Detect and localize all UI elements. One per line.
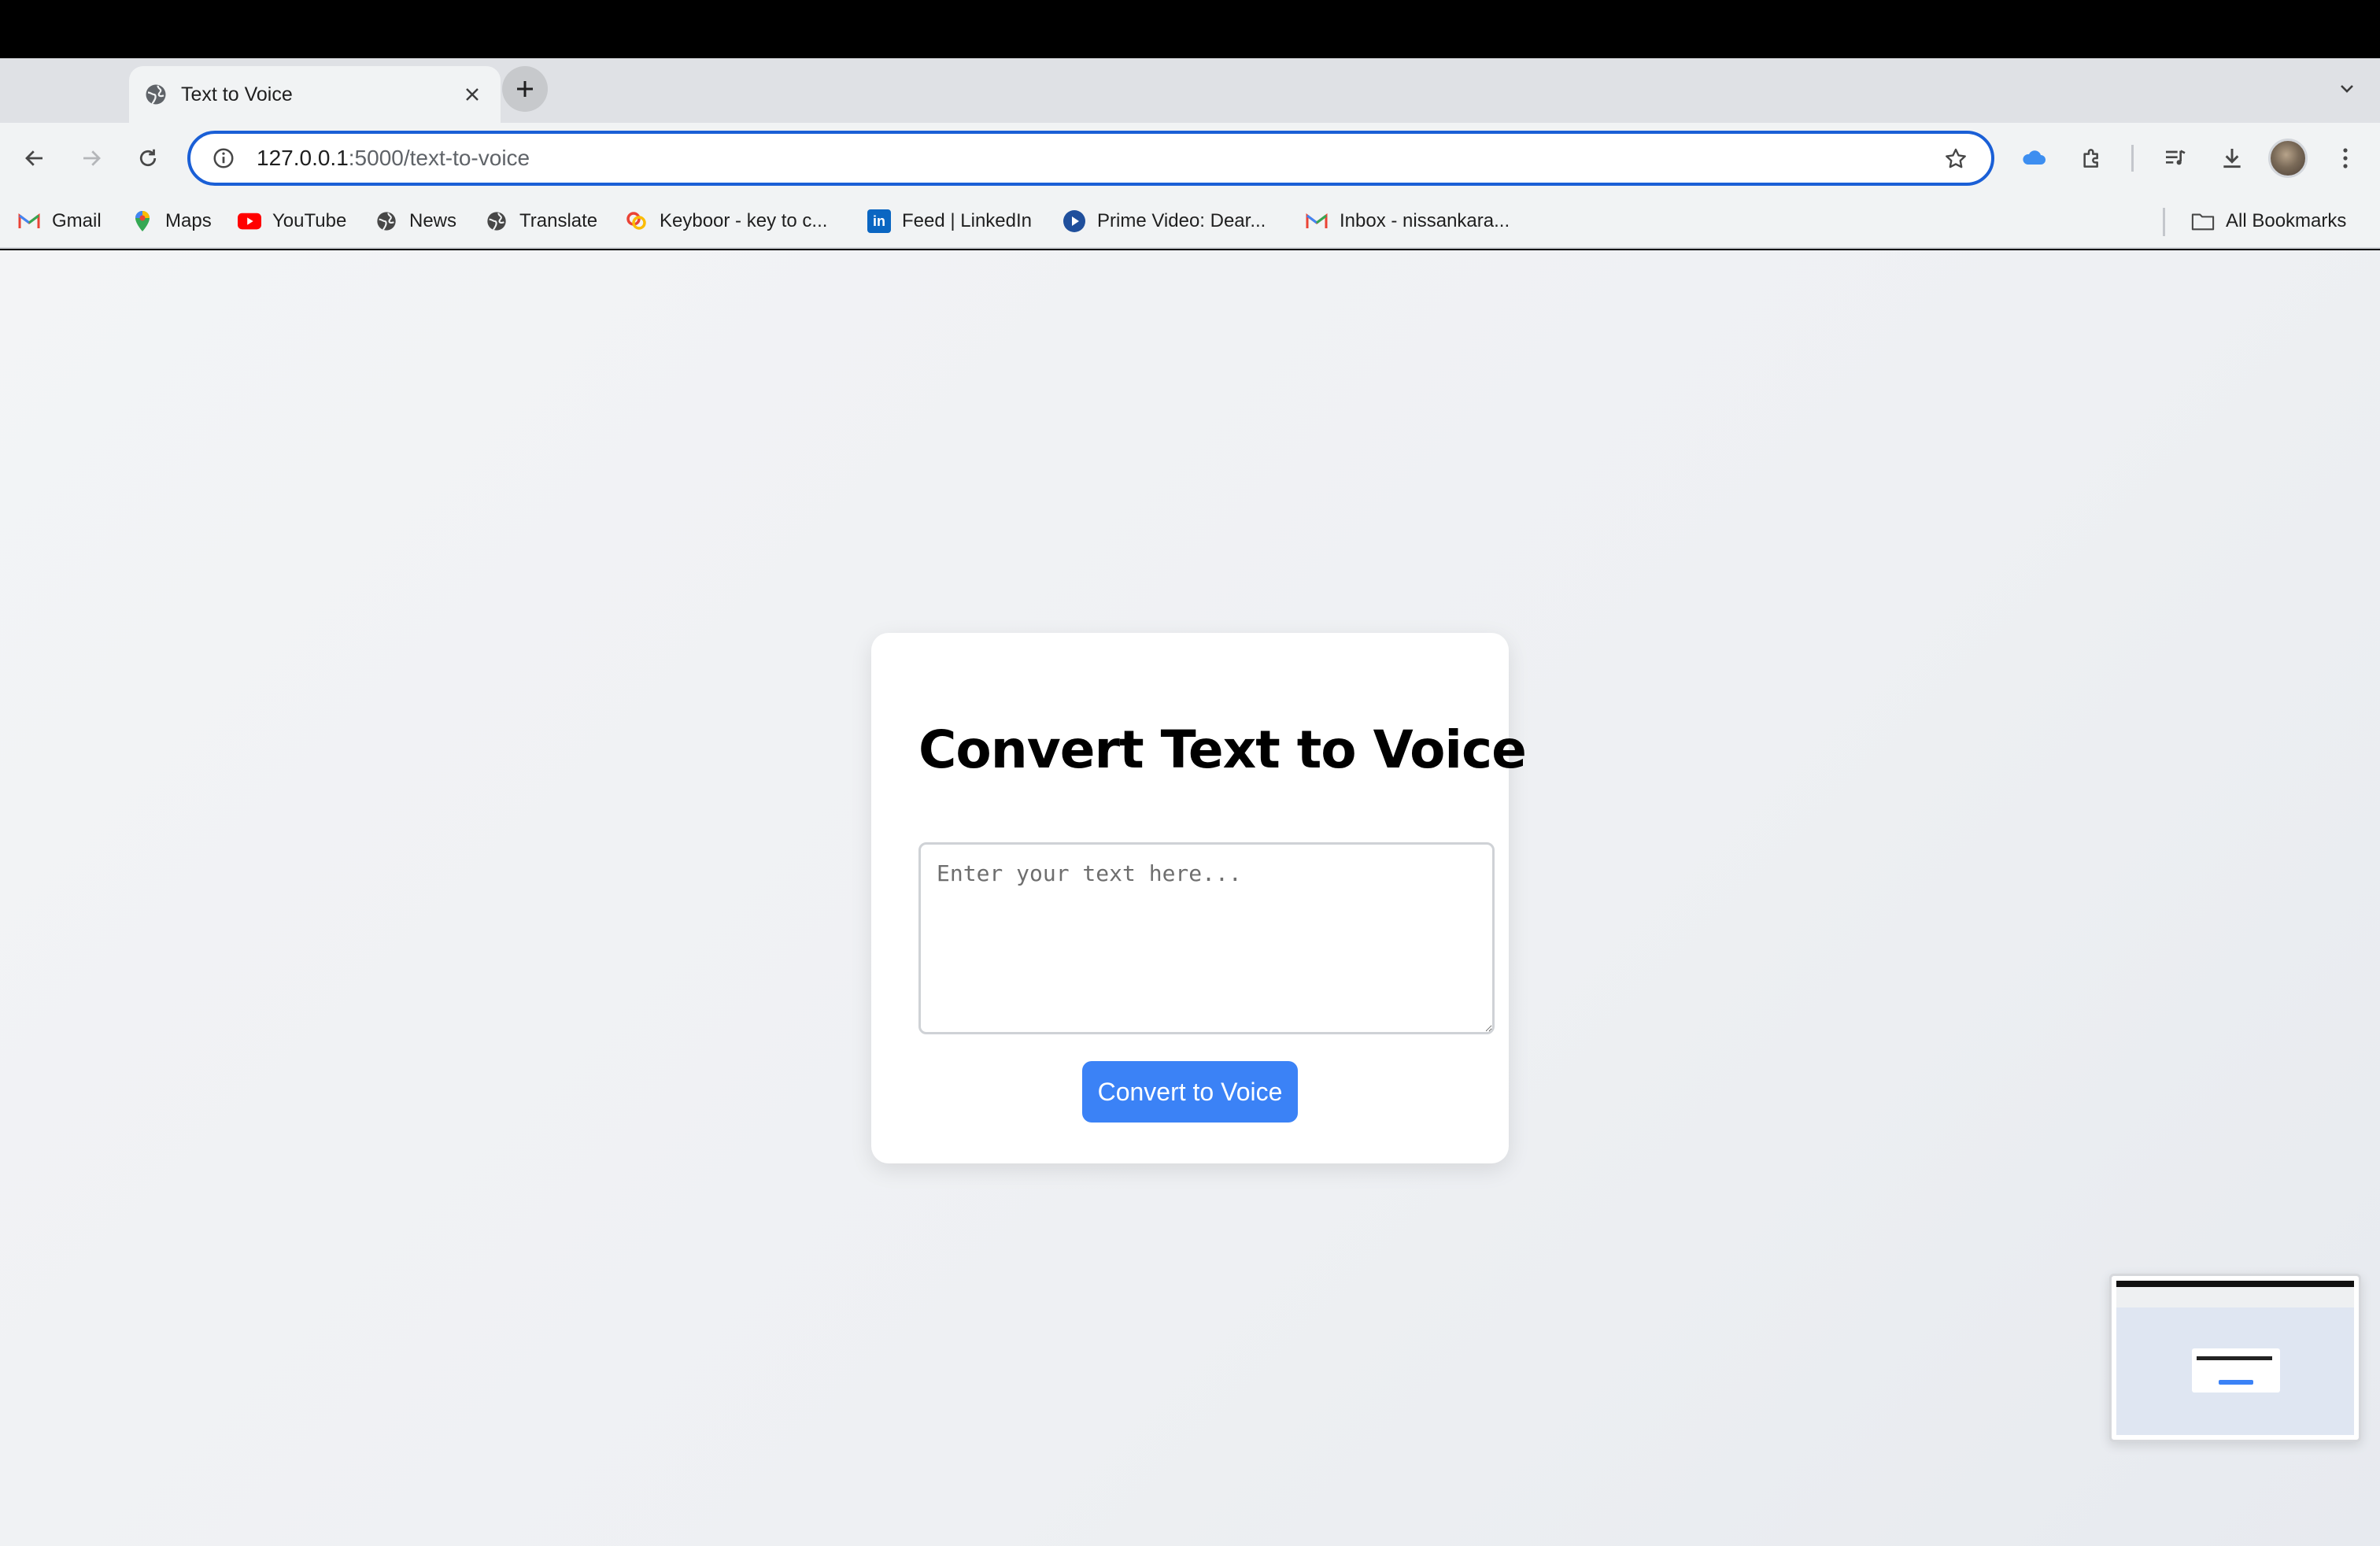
thumbnail-card-button bbox=[2219, 1380, 2253, 1385]
bookmark-label: Feed | LinkedIn bbox=[902, 210, 1033, 231]
globe-icon bbox=[375, 209, 398, 233]
bookmark-label: Translate bbox=[519, 210, 598, 231]
bookmark-label: Prime Video: Dear... bbox=[1097, 210, 1266, 231]
thumbnail-card bbox=[2192, 1348, 2280, 1393]
toolbar-divider bbox=[2131, 145, 2134, 172]
download-icon[interactable] bbox=[2213, 139, 2251, 177]
globe-icon bbox=[143, 82, 168, 107]
bookmark-youtube[interactable]: YouTube bbox=[238, 194, 346, 249]
thumbnail-browser-chrome bbox=[2116, 1287, 2354, 1307]
bookmark-translate[interactable]: Translate bbox=[485, 194, 597, 249]
text-input[interactable] bbox=[918, 842, 1495, 1034]
bookmark-label: Maps bbox=[165, 210, 212, 231]
bookmarks-divider bbox=[2163, 208, 2165, 236]
bookmark-label: YouTube bbox=[272, 210, 347, 231]
maps-icon bbox=[131, 209, 154, 233]
bookmark-gmail[interactable]: Gmail bbox=[17, 194, 102, 249]
screenshot-thumbnail[interactable] bbox=[2109, 1274, 2361, 1442]
all-bookmarks[interactable]: All Bookmarks bbox=[2191, 194, 2346, 249]
gmail-icon bbox=[17, 209, 41, 233]
back-arrow-icon[interactable] bbox=[16, 139, 54, 177]
browser-toolbar: 127.0.0.1:5000/text-to-voice bbox=[0, 123, 2380, 194]
gmail-icon bbox=[1305, 209, 1329, 233]
chevron-down-icon[interactable] bbox=[2331, 72, 2363, 104]
bookmark-label: Gmail bbox=[52, 210, 102, 231]
extensions-icon[interactable] bbox=[2073, 139, 2111, 177]
keyboor-icon bbox=[625, 209, 649, 233]
convert-to-voice-button[interactable]: Convert to Voice bbox=[1082, 1061, 1298, 1123]
all-bookmarks-label: All Bookmarks bbox=[2226, 210, 2347, 231]
bookmark-linkedin[interactable]: in Feed | LinkedIn bbox=[867, 194, 1032, 249]
site-info-icon[interactable] bbox=[209, 144, 238, 172]
linkedin-icon: in bbox=[867, 209, 891, 233]
folder-icon bbox=[2191, 209, 2215, 233]
thumbnail-image bbox=[2116, 1281, 2354, 1435]
forward-arrow-icon[interactable] bbox=[72, 139, 110, 177]
bookmark-news[interactable]: News bbox=[375, 194, 456, 249]
bookmark-maps[interactable]: Maps bbox=[131, 194, 212, 249]
system-top-bar bbox=[0, 0, 2380, 58]
bookmark-label: Keyboor - key to c... bbox=[660, 210, 828, 231]
globe-icon bbox=[485, 209, 508, 233]
url-host: 127.0.0.1 bbox=[257, 146, 349, 170]
url-path: :5000/text-to-voice bbox=[348, 146, 530, 170]
bookmark-keyboor[interactable]: Keyboor - key to c... bbox=[625, 194, 827, 249]
page-content: Convert Text to Voice Convert to Voice bbox=[0, 250, 2380, 1546]
profile-avatar[interactable] bbox=[2268, 139, 2308, 178]
media-control-icon[interactable] bbox=[2156, 139, 2194, 177]
bookmark-prime-video[interactable]: Prime Video: Dear... bbox=[1062, 194, 1266, 249]
bookmark-label: News bbox=[409, 210, 457, 231]
prime-video-icon bbox=[1062, 209, 1086, 233]
tab-strip: Text to Voice bbox=[0, 58, 2380, 123]
new-tab-button[interactable] bbox=[502, 66, 548, 112]
bookmark-label: Inbox - nissankara... bbox=[1340, 210, 1510, 231]
address-bar[interactable]: 127.0.0.1:5000/text-to-voice bbox=[187, 131, 1994, 186]
tab-title: Text to Voice bbox=[181, 83, 293, 105]
url-text: 127.0.0.1:5000/text-to-voice bbox=[257, 146, 530, 171]
bookmarks-bar: Gmail Maps YouTube News Translate Keyboo… bbox=[0, 194, 2380, 249]
more-menu-icon[interactable] bbox=[2326, 139, 2364, 177]
star-icon[interactable] bbox=[1941, 144, 1971, 174]
cloud-icon[interactable] bbox=[2015, 139, 2053, 177]
converter-card: Convert Text to Voice Convert to Voice bbox=[871, 633, 1527, 1163]
close-icon[interactable] bbox=[458, 80, 486, 109]
tab-text-to-voice[interactable]: Text to Voice bbox=[129, 66, 501, 123]
thumbnail-card-title bbox=[2197, 1356, 2272, 1360]
reload-icon[interactable] bbox=[129, 139, 167, 177]
thumbnail-top-bar bbox=[2116, 1281, 2354, 1287]
page-title: Convert Text to Voice bbox=[918, 719, 1527, 780]
bookmark-inbox[interactable]: Inbox - nissankara... bbox=[1305, 194, 1510, 249]
youtube-icon bbox=[238, 209, 261, 233]
